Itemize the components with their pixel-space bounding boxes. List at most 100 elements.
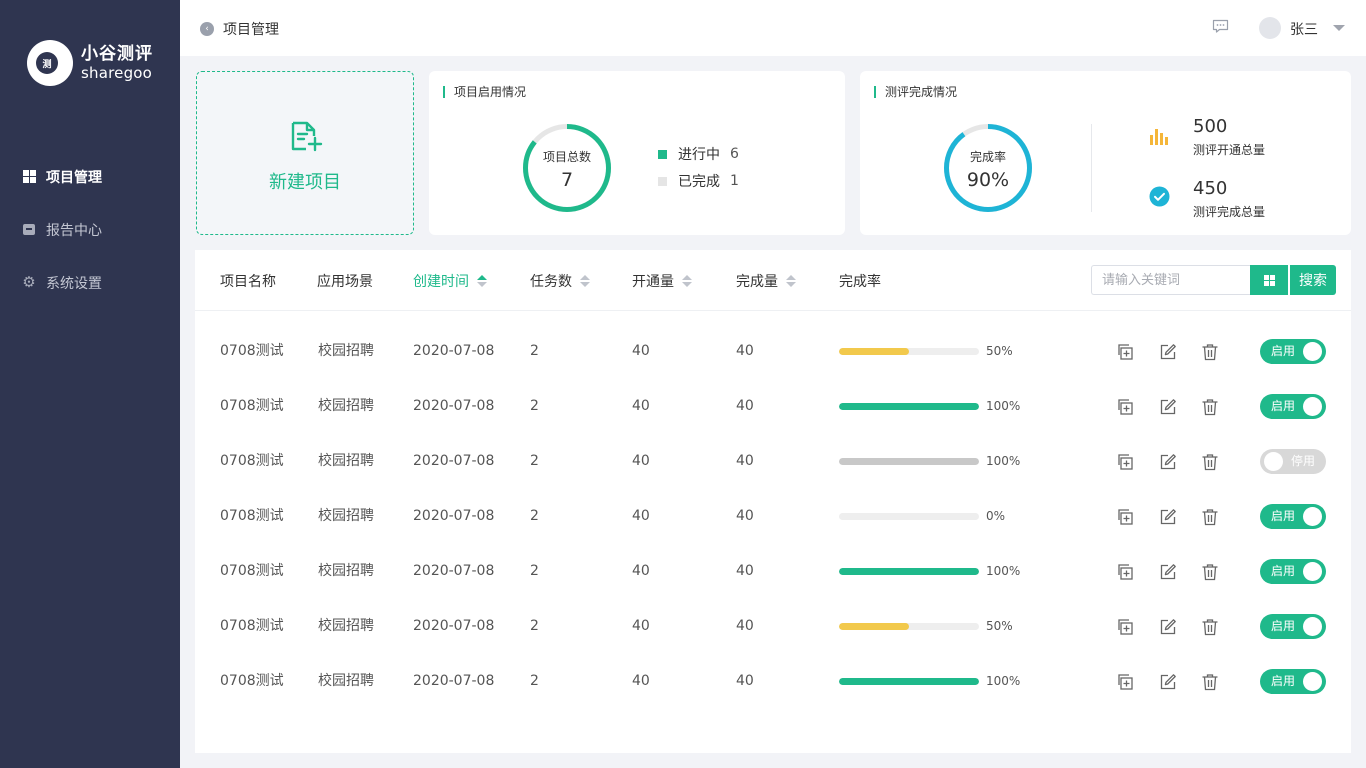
- cell-date: 2020-07-08: [413, 343, 495, 359]
- delete-icon[interactable]: [1201, 343, 1219, 361]
- card-title: 项目启用情况: [443, 85, 526, 99]
- stat-opened-total: 500: [1193, 116, 1228, 137]
- ring-value: 90%: [966, 169, 1010, 191]
- new-project-card[interactable]: 新建项目: [196, 71, 414, 235]
- delete-icon[interactable]: [1201, 563, 1219, 581]
- progress-bar-fill: [839, 458, 979, 465]
- delete-icon[interactable]: [1201, 508, 1219, 526]
- view-toggle-button[interactable]: [1250, 265, 1288, 295]
- message-icon[interactable]: [1212, 19, 1229, 33]
- sidebar-nav: 项目管理 报告中心 ⚙ 系统设置: [0, 150, 180, 309]
- sidebar-item-project-management[interactable]: 项目管理: [0, 150, 180, 203]
- edit-icon[interactable]: [1159, 508, 1177, 526]
- cell-rate: 100%: [986, 454, 1021, 468]
- toggle-knob: [1303, 342, 1322, 361]
- legend-value: 6: [730, 146, 739, 162]
- copy-icon[interactable]: [1116, 618, 1134, 636]
- progress-bar: [839, 458, 979, 465]
- col-header-tasks[interactable]: 任务数: [530, 272, 590, 290]
- avatar[interactable]: [1259, 17, 1281, 39]
- brand-name-cn: 小谷测评: [81, 43, 153, 64]
- status-toggle[interactable]: 启用: [1260, 614, 1326, 639]
- box-icon: [22, 223, 36, 237]
- table-row: 0708测试 校园招聘 2020-07-08 2 40 40 0% 启用: [195, 489, 1351, 544]
- col-header-label: 应用场景: [317, 274, 373, 290]
- logo-mark-text: 测: [36, 52, 58, 74]
- search-button[interactable]: 搜索: [1290, 265, 1336, 295]
- col-header-done[interactable]: 完成量: [736, 272, 796, 290]
- cell-rate: 100%: [986, 564, 1021, 578]
- check-circle-icon: [1149, 186, 1170, 207]
- cell-name: 0708测试: [220, 453, 284, 469]
- edit-icon[interactable]: [1159, 563, 1177, 581]
- grid-icon: [1263, 274, 1275, 286]
- cell-rate: 100%: [986, 399, 1021, 413]
- edit-icon[interactable]: [1159, 618, 1177, 636]
- col-header-label: 完成率: [839, 274, 881, 290]
- status-toggle[interactable]: 启用: [1260, 669, 1326, 694]
- brand-name-en: sharegoo: [81, 63, 153, 82]
- cell-opened: 40: [632, 343, 650, 359]
- username[interactable]: 张三: [1290, 19, 1318, 39]
- copy-icon[interactable]: [1116, 673, 1134, 691]
- cell-done: 40: [736, 453, 754, 469]
- sort-icon[interactable]: [580, 275, 590, 287]
- edit-icon[interactable]: [1159, 398, 1177, 416]
- progress-bar: [839, 403, 979, 410]
- top-header: ‹ 项目管理 张三: [180, 0, 1366, 56]
- ring-label: 项目总数: [542, 150, 591, 164]
- chevron-down-icon[interactable]: [1333, 25, 1345, 31]
- edit-icon[interactable]: [1159, 673, 1177, 691]
- header-divider: [195, 310, 1351, 311]
- sort-icon[interactable]: [477, 275, 487, 287]
- col-header-label: 项目名称: [220, 274, 276, 290]
- search-input[interactable]: [1091, 265, 1251, 295]
- cell-name: 0708测试: [220, 673, 284, 689]
- copy-icon[interactable]: [1116, 508, 1134, 526]
- cell-name: 0708测试: [220, 508, 284, 524]
- status-toggle[interactable]: 启用: [1260, 394, 1326, 419]
- edit-icon[interactable]: [1159, 453, 1177, 471]
- copy-icon[interactable]: [1116, 398, 1134, 416]
- sidebar-item-label: 项目管理: [46, 169, 102, 186]
- status-toggle-label: 启用: [1271, 619, 1296, 633]
- sidebar-item-system-settings[interactable]: ⚙ 系统设置: [0, 256, 180, 309]
- sort-icon[interactable]: [786, 275, 796, 287]
- edit-icon[interactable]: [1159, 343, 1177, 361]
- col-header-opened[interactable]: 开通量: [632, 272, 692, 290]
- table-row: 0708测试 校园招聘 2020-07-08 2 40 40 100% 启用: [195, 544, 1351, 599]
- legend-swatch: [658, 149, 667, 159]
- copy-icon[interactable]: [1116, 343, 1134, 361]
- cell-tasks: 2: [530, 673, 539, 689]
- status-toggle[interactable]: 启用: [1260, 504, 1326, 529]
- status-toggle[interactable]: 启用: [1260, 559, 1326, 584]
- cell-opened: 40: [632, 618, 650, 634]
- cell-name: 0708测试: [220, 398, 284, 414]
- legend-label: 已完成: [678, 174, 720, 190]
- delete-icon[interactable]: [1201, 398, 1219, 416]
- file-add-icon: [291, 121, 323, 152]
- table-row: 0708测试 校园招聘 2020-07-08 2 40 40 100% 启用: [195, 379, 1351, 434]
- status-toggle[interactable]: 停用: [1260, 449, 1326, 474]
- status-toggle-label: 启用: [1271, 674, 1296, 688]
- toggle-knob: [1303, 397, 1322, 416]
- new-project-label: 新建项目: [269, 172, 341, 193]
- delete-icon[interactable]: [1201, 673, 1219, 691]
- cell-scene: 校园招聘: [318, 398, 374, 414]
- copy-icon[interactable]: [1116, 453, 1134, 471]
- col-header-label: 创建时间: [413, 274, 469, 290]
- table-row: 0708测试 校园招聘 2020-07-08 2 40 40 100% 停用: [195, 434, 1351, 489]
- logo-mark: 测: [27, 40, 73, 86]
- copy-icon[interactable]: [1116, 563, 1134, 581]
- status-toggle[interactable]: 启用: [1260, 339, 1326, 364]
- col-header-label: 开通量: [632, 274, 674, 290]
- back-icon[interactable]: ‹: [200, 22, 214, 36]
- col-header-created[interactable]: 创建时间: [413, 272, 487, 290]
- delete-icon[interactable]: [1201, 618, 1219, 636]
- cell-done: 40: [736, 343, 754, 359]
- cell-date: 2020-07-08: [413, 453, 495, 469]
- delete-icon[interactable]: [1201, 453, 1219, 471]
- sidebar-item-report-center[interactable]: 报告中心: [0, 203, 180, 256]
- sort-icon[interactable]: [682, 275, 692, 287]
- cell-opened: 40: [632, 673, 650, 689]
